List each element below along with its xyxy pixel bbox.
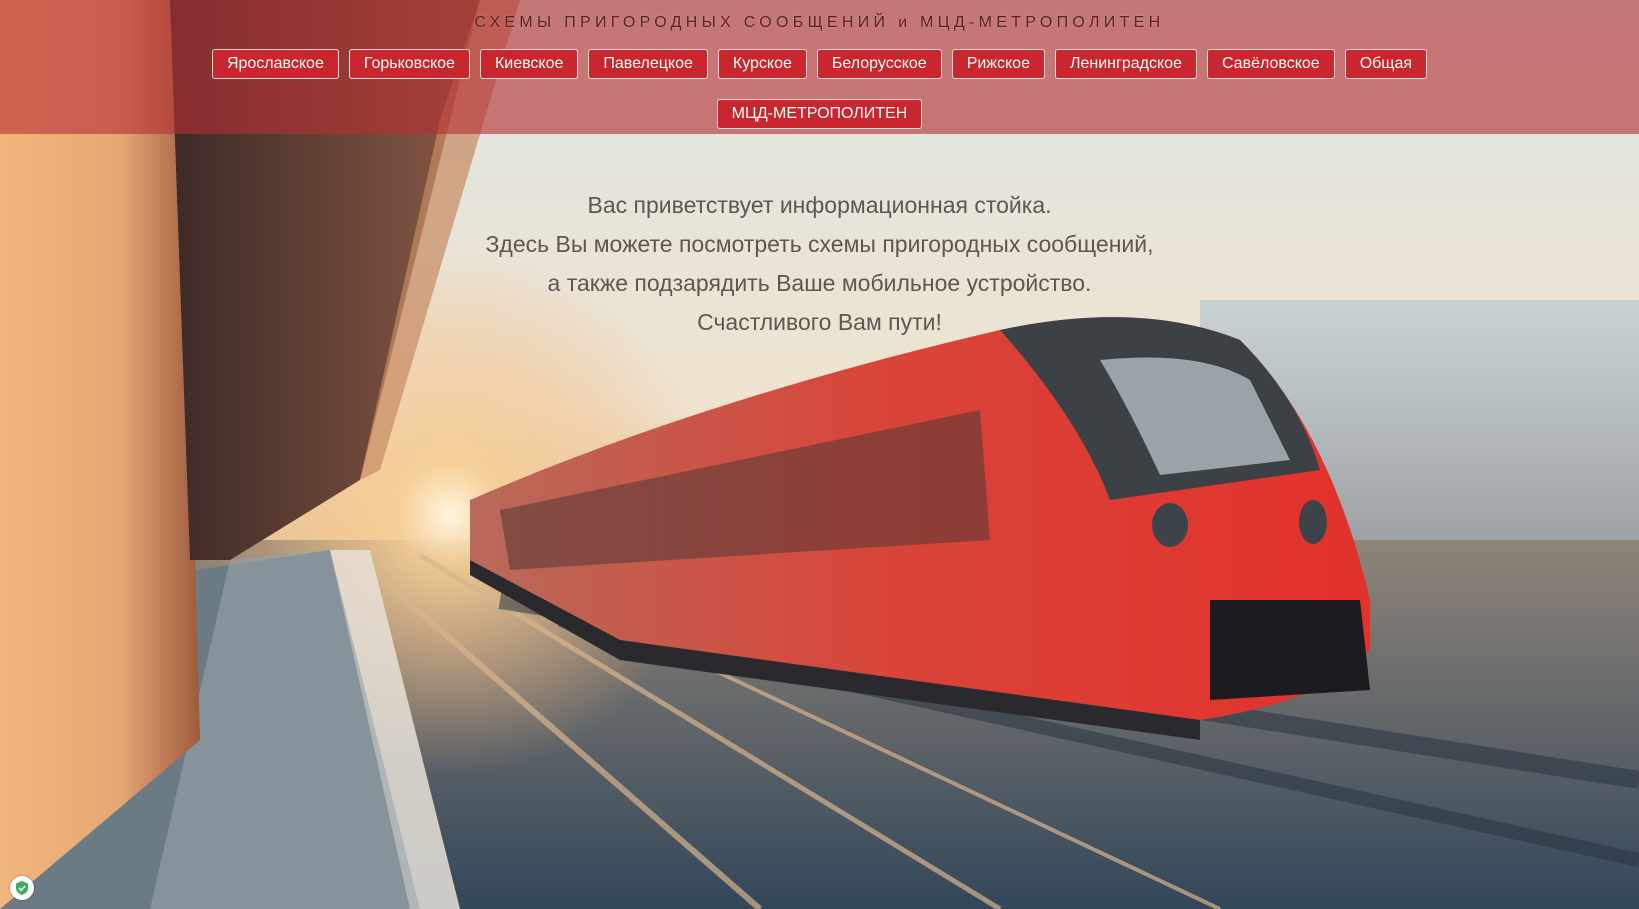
nav-button-rizhskoe[interactable]: Рижское (951, 49, 1045, 79)
nav-button-kurskoe[interactable]: Курское (717, 49, 807, 79)
security-badge[interactable] (10, 876, 34, 900)
welcome-line: Вас приветствует информационная стойка. (587, 192, 1052, 218)
site-title: СХЕМЫ ПРИГОРОДНЫХ СООБЩЕНИЙ и МЦД-МЕТРОП… (474, 14, 1165, 31)
nav-button-gorkovskoe[interactable]: Горьковское (348, 49, 470, 79)
nav-button-leningradskoe[interactable]: Ленинградское (1054, 49, 1197, 79)
nav-button-kievskoe[interactable]: Киевское (479, 49, 579, 79)
welcome-line: Здесь Вы можете посмотреть схемы пригоро… (485, 231, 1154, 257)
welcome-line: а также подзарядить Ваше мобильное устро… (547, 270, 1092, 296)
nav-button-obshchaya[interactable]: Общая (1344, 49, 1428, 79)
shield-check-icon (16, 881, 28, 895)
nav-button-paveletskoe[interactable]: Павелецкое (588, 49, 708, 79)
welcome-message: Вас приветствует информационная стойка. … (0, 186, 1639, 342)
direction-nav: Ярославское Горьковское Киевское Павелец… (0, 49, 1639, 79)
nav-button-yaroslavskoe[interactable]: Ярославское (211, 49, 339, 79)
nav-button-savyolovskoe[interactable]: Савёловское (1206, 49, 1335, 79)
background-image (0, 0, 1639, 909)
welcome-line: Счастливого Вам пути! (697, 309, 942, 335)
page: СХЕМЫ ПРИГОРОДНЫХ СООБЩЕНИЙ и МЦД-МЕТРОП… (0, 0, 1639, 909)
metro-nav: МЦД-МЕТРОПОЛИТЕН (0, 99, 1639, 129)
nav-button-mcd-metro[interactable]: МЦД-МЕТРОПОЛИТЕН (716, 99, 923, 129)
nav-button-belorusskoe[interactable]: Белорусское (816, 49, 942, 79)
